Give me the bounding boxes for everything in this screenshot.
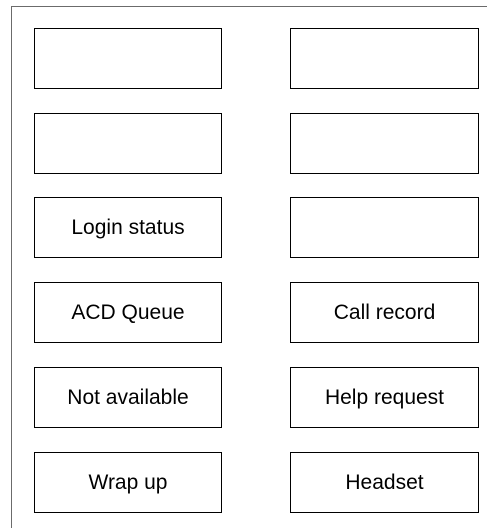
key-right-3[interactable] <box>290 197 479 258</box>
login-status-key[interactable]: Login status <box>34 197 222 258</box>
key-label: Call record <box>333 300 436 324</box>
call-record-key[interactable]: Call record <box>290 282 479 343</box>
key-label: Help request <box>324 385 445 409</box>
help-request-key[interactable]: Help request <box>290 367 479 428</box>
key-right-1[interactable] <box>290 28 479 89</box>
key-right-2[interactable] <box>290 113 479 174</box>
key-left-1[interactable] <box>34 28 222 89</box>
acd-queue-key[interactable]: ACD Queue <box>34 282 222 343</box>
key-label: Not available <box>67 385 189 409</box>
wrap-up-key[interactable]: Wrap up <box>34 452 222 513</box>
key-label: Headset <box>345 470 424 494</box>
key-left-2[interactable] <box>34 113 222 174</box>
key-label: Wrap up <box>88 470 168 494</box>
key-label: Login status <box>71 215 185 239</box>
not-available-key[interactable]: Not available <box>34 367 222 428</box>
key-label: ACD Queue <box>71 300 185 324</box>
headset-key[interactable]: Headset <box>290 452 479 513</box>
